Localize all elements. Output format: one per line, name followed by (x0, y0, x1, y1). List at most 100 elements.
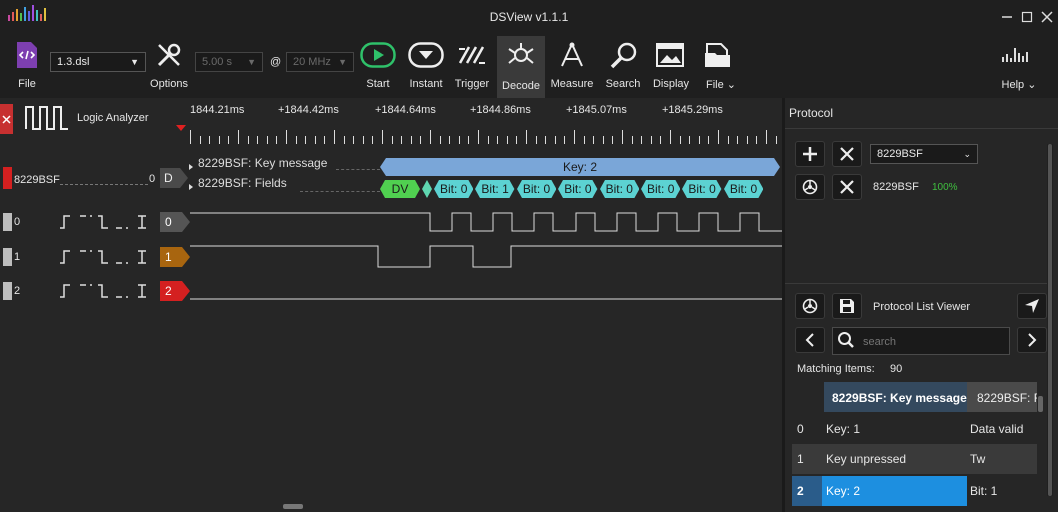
decoder-color-bar[interactable] (3, 167, 12, 189)
field-annotation[interactable]: DV (380, 180, 420, 198)
decoder-select-value: 8229BSF (877, 148, 923, 160)
remove-all-decoders-button[interactable] (832, 141, 862, 167)
decoder-name: 8229BSF (873, 181, 919, 193)
ruler-tick (248, 136, 249, 144)
list-settings-button[interactable] (795, 293, 825, 319)
start-button[interactable] (360, 40, 396, 70)
compass-icon (561, 42, 583, 67)
column-header-fields[interactable]: 8229BSF: Fi (967, 382, 1037, 412)
search-label: Search (605, 78, 641, 90)
field-label: Bit: 0 (729, 182, 758, 196)
channel-color-bar[interactable] (3, 248, 12, 266)
instant-button[interactable] (408, 40, 444, 70)
field-annotation[interactable]: Bit: 0 (641, 180, 681, 198)
decoder-badge-label: D (164, 171, 173, 185)
decoder-badge[interactable]: D (160, 168, 188, 188)
file-combo[interactable]: 1.3.dsl ▼ (50, 52, 146, 72)
file-menu-button[interactable] (702, 40, 734, 70)
decoder-settings-button[interactable] (795, 174, 825, 200)
add-decoder-button[interactable] (795, 141, 825, 167)
ruler-tick (228, 136, 229, 144)
search-field[interactable] (832, 327, 1010, 355)
ruler-tick (324, 136, 325, 144)
close-window-button[interactable] (1036, 6, 1058, 28)
trigger-options-icon[interactable] (58, 281, 154, 306)
close-icon (1041, 11, 1053, 23)
field-label: Bit: 0 (440, 182, 468, 196)
help-label: Help ⌄ (996, 78, 1042, 91)
waveform-area[interactable] (190, 200, 782, 310)
chevron-down-icon: ▼ (338, 57, 347, 67)
help-button[interactable] (998, 40, 1034, 70)
maximize-button[interactable] (1016, 6, 1038, 28)
rate-combo[interactable]: 20 MHz ▼ (286, 52, 354, 72)
column-header-text: 8229BSF: Key message (832, 391, 967, 405)
row-key: Key unpressed (826, 452, 907, 466)
trigger-options-icon[interactable] (58, 247, 154, 272)
table-row[interactable]: 1 Key unpressed Tw (792, 444, 1037, 474)
table-row-selected[interactable]: 2 Key: 2 Bit: 1 (792, 476, 1037, 506)
display-button[interactable] (654, 40, 686, 70)
search-prev-button[interactable] (795, 327, 825, 353)
field-annotation[interactable]: Bit: 1 (475, 180, 515, 198)
channel-badge[interactable]: 1 (160, 247, 190, 267)
channel-color-bar[interactable] (3, 282, 12, 300)
ruler-tick (440, 136, 441, 144)
ruler-tick (334, 130, 335, 144)
column-header-key-message[interactable]: 8229BSF: Key message (824, 382, 967, 412)
channel-color-bar[interactable] (3, 213, 12, 231)
ruler-tick (660, 136, 661, 144)
field-annotation[interactable]: Bit: 0 (516, 180, 557, 198)
panel-divider (785, 283, 1047, 284)
search-input[interactable] (861, 332, 1009, 352)
remove-decoder-button[interactable] (832, 174, 862, 200)
ruler-tick (497, 136, 498, 144)
vertical-scrollbar-handle[interactable] (1048, 144, 1052, 496)
ruler-tick (382, 130, 383, 144)
save-list-button[interactable] (832, 293, 862, 319)
table-row[interactable]: 0 Key: 1 Data valid (792, 414, 1037, 444)
horizontal-scrollbar-handle[interactable] (283, 504, 303, 509)
field-label: Bit: 0 (522, 182, 551, 196)
trigger-button[interactable] (456, 40, 488, 70)
field-annotation[interactable]: Bit: 0 (558, 180, 598, 198)
list-scrollbar-handle[interactable] (1038, 396, 1043, 412)
field-annotation[interactable]: Bit: 0 (682, 180, 722, 198)
ruler-tick (459, 136, 460, 144)
search-next-button[interactable] (1017, 327, 1047, 353)
row-guide (300, 191, 380, 192)
key-message-annotation[interactable]: Key: 2 (380, 158, 780, 176)
chevron-down-icon: ▼ (130, 57, 139, 67)
channel-badge[interactable]: 2 (160, 281, 190, 301)
display-label: Display (652, 78, 690, 90)
ruler-tick (238, 130, 239, 144)
instant-icon (408, 42, 444, 68)
duration-combo[interactable]: 5.00 s ▼ (195, 52, 263, 72)
channel-1-waveform (190, 245, 782, 268)
field-annotation[interactable]: Bit: 0 (599, 180, 639, 198)
field-label: Bit: 0 (605, 182, 633, 196)
channel-badge[interactable]: 0 (160, 212, 190, 232)
device-close-button[interactable] (0, 104, 13, 134)
ruler-tick (555, 136, 556, 144)
minimize-button[interactable] (996, 6, 1018, 28)
decoder-select-combo[interactable]: 8229BSF ⌄ (870, 144, 978, 164)
trigger-options-icon[interactable] (58, 212, 154, 237)
navigation-arrow-icon (1025, 299, 1039, 313)
ruler-tick (603, 136, 604, 144)
channel-badge-label: 2 (165, 284, 172, 298)
ruler-tick-label: +1844.64ms (375, 104, 436, 116)
time-ruler[interactable]: 1844.21ms +1844.42ms +1844.64ms +1844.86… (190, 104, 782, 150)
ruler-tick (545, 136, 546, 144)
options-button[interactable] (154, 40, 184, 70)
row-label-key-message: 8229BSF: Key message (198, 156, 328, 170)
field-annotation[interactable]: Bit: 0 (434, 180, 474, 198)
goto-button[interactable] (1017, 293, 1047, 319)
search-button[interactable] (608, 40, 640, 70)
measure-button[interactable] (556, 40, 588, 70)
close-icon (2, 114, 11, 124)
field-annotation[interactable]: Bit: 0 (723, 180, 764, 198)
field-annotation-blank[interactable] (422, 180, 432, 198)
file-button[interactable] (12, 40, 42, 70)
ruler-tick (632, 136, 633, 144)
